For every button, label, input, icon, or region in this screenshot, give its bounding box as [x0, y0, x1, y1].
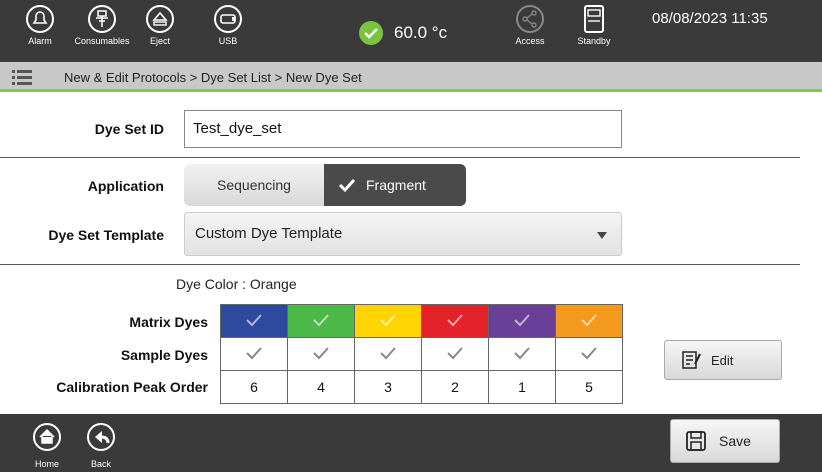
- usb-label: USB: [218, 36, 238, 46]
- dye-set-template-value: Custom Dye Template: [195, 225, 343, 242]
- temperature-status: 60.0 °c: [358, 20, 447, 46]
- back-arrow-icon: [87, 423, 115, 451]
- checkmark-icon: [313, 346, 329, 359]
- sample-dye-cell[interactable]: [220, 337, 288, 371]
- calibration-peak-order-label: Calibration Peak Order: [56, 379, 208, 395]
- sample-dye-cell[interactable]: [488, 337, 556, 371]
- fragment-option[interactable]: Fragment: [324, 164, 466, 206]
- matrix-dye-cell[interactable]: [220, 304, 288, 338]
- calibration-peak-order-row: 643215: [220, 370, 623, 404]
- home-icon: [33, 423, 61, 451]
- datetime: 08/08/2023 11:35: [652, 10, 768, 27]
- fragment-label: Fragment: [366, 177, 426, 193]
- calibration-order-cell[interactable]: 3: [354, 370, 422, 404]
- checkmark-icon: [380, 346, 396, 359]
- dye-set-id-input[interactable]: Test_dye_set: [184, 110, 622, 148]
- checkmark-icon: [380, 313, 396, 326]
- eject-icon: [146, 5, 174, 33]
- checkmark-icon: [313, 313, 329, 326]
- dye-table: 643215: [220, 304, 623, 404]
- sample-dyes-label: Sample Dyes: [120, 347, 208, 363]
- home-label: Home: [34, 459, 59, 469]
- standby-label: Standby: [577, 36, 611, 46]
- checkmark-icon: [447, 313, 463, 326]
- matrix-dye-cell[interactable]: [354, 304, 422, 338]
- application-label: Application: [87, 178, 164, 194]
- top-toolbar: Alarm Consumables Eject USB 60.0 °c Acce…: [0, 0, 822, 62]
- divider: [0, 157, 800, 158]
- matrix-dye-cell[interactable]: [287, 304, 355, 338]
- access-button[interactable]: Access: [502, 4, 558, 46]
- dropdown-arrow-icon: [597, 232, 607, 239]
- standby-button[interactable]: Standby: [566, 4, 622, 46]
- checkmark-icon: [581, 346, 597, 359]
- breadcrumb: New & Edit Protocols > Dye Set List > Ne…: [64, 70, 362, 85]
- checkmark-icon: [581, 313, 597, 326]
- checkmark-icon: [338, 178, 356, 193]
- calibration-order-cell[interactable]: 1: [488, 370, 556, 404]
- matrix-dye-cell[interactable]: [488, 304, 556, 338]
- home-button[interactable]: Home: [22, 422, 72, 469]
- checkmark-icon: [447, 346, 463, 359]
- eject-button[interactable]: Eject: [132, 4, 188, 46]
- matrix-dyes-row: [220, 304, 623, 338]
- edit-label: Edit: [711, 352, 734, 368]
- dye-set-template-select[interactable]: Custom Dye Template: [184, 212, 622, 256]
- alarm-label: Alarm: [28, 36, 52, 46]
- dye-color-label: Dye Color : Orange: [176, 276, 297, 292]
- calibration-order-cell[interactable]: 6: [220, 370, 288, 404]
- matrix-dyes-label: Matrix Dyes: [129, 314, 208, 330]
- sample-dyes-row: [220, 337, 623, 371]
- calibration-order-cell[interactable]: 2: [421, 370, 489, 404]
- check-circle-icon: [359, 21, 383, 45]
- menu-icon[interactable]: [12, 67, 32, 87]
- sample-dye-cell[interactable]: [421, 337, 489, 371]
- matrix-dye-cell[interactable]: [421, 304, 489, 338]
- usb-button[interactable]: USB: [200, 4, 256, 46]
- dye-set-id-label: Dye Set ID: [94, 121, 164, 137]
- temperature-value: 60.0 °c: [394, 23, 448, 42]
- matrix-dye-cell[interactable]: [555, 304, 623, 338]
- checkmark-icon: [246, 346, 262, 359]
- access-label: Access: [515, 36, 545, 46]
- consumables-button[interactable]: Consumables: [70, 4, 134, 46]
- back-button[interactable]: Back: [76, 422, 126, 469]
- breadcrumb-bar: New & Edit Protocols > Dye Set List > Ne…: [0, 62, 822, 92]
- application-toggle: Sequencing Fragment: [184, 164, 466, 206]
- edit-button[interactable]: Edit: [664, 340, 782, 380]
- dye-set-template-label: Dye Set Template: [48, 227, 164, 243]
- standby-icon: [584, 5, 604, 33]
- sample-dye-cell[interactable]: [354, 337, 422, 371]
- alarm-icon: [26, 5, 54, 33]
- usb-icon: [214, 5, 242, 33]
- checkmark-icon: [246, 313, 262, 326]
- calibration-order-cell[interactable]: 5: [555, 370, 623, 404]
- back-label: Back: [90, 459, 111, 469]
- checkmark-icon: [514, 313, 530, 326]
- sequencing-option[interactable]: Sequencing: [184, 164, 324, 206]
- eject-label: Eject: [149, 36, 170, 46]
- sample-dye-cell[interactable]: [287, 337, 355, 371]
- alarm-button[interactable]: Alarm: [12, 4, 68, 46]
- divider: [0, 264, 800, 265]
- consumables-icon: [88, 5, 116, 33]
- checkmark-icon: [514, 346, 530, 359]
- share-icon: [516, 5, 544, 33]
- consumables-label: Consumables: [74, 36, 130, 46]
- save-button[interactable]: Save: [670, 419, 780, 463]
- save-icon: [686, 431, 706, 451]
- calibration-order-cell[interactable]: 4: [287, 370, 355, 404]
- sample-dye-cell[interactable]: [555, 337, 623, 371]
- edit-icon: [682, 351, 701, 369]
- save-label: Save: [719, 433, 751, 449]
